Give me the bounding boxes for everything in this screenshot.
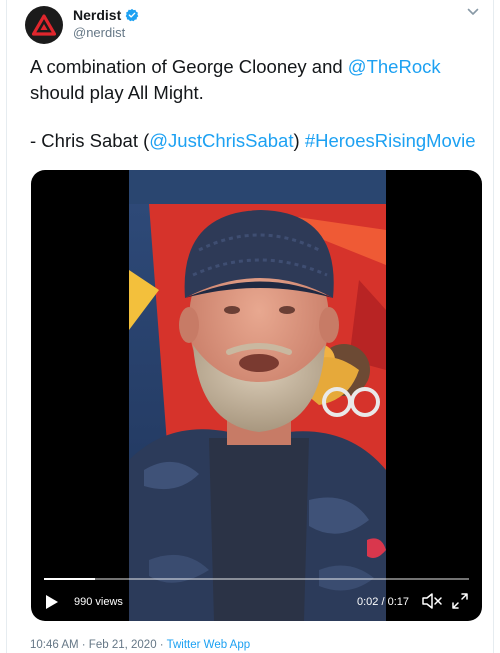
nerdist-triangle-logo-icon	[32, 14, 56, 36]
video-time: 0:02 / 0:17	[357, 596, 409, 608]
tweet-card: Nerdist @nerdist A combination of George…	[6, 0, 494, 653]
tweet-source-link[interactable]: Twitter Web App	[167, 639, 251, 651]
video-controls: 990 views 0:02 / 0:17	[31, 583, 482, 621]
video-view-count: 990 views	[74, 596, 123, 608]
attribution-close: )	[293, 130, 300, 151]
tweet-meta: 10:46 AM · Feb 21, 2020 · Twitter Web Ap…	[30, 639, 250, 651]
video-progress-fill	[44, 578, 95, 580]
tweet-header: Nerdist @nerdist	[25, 4, 139, 44]
chevron-down-icon[interactable]	[467, 7, 479, 17]
fullscreen-icon[interactable]	[451, 592, 469, 610]
tweet-timestamp[interactable]: 10:46 AM · Feb 21, 2020	[30, 639, 157, 651]
verified-badge-icon	[125, 8, 139, 22]
video-frame[interactable]	[129, 170, 386, 621]
tweet-text-part: A combination of George Clooney and	[30, 56, 348, 77]
avatar[interactable]	[25, 6, 63, 44]
video-still-image	[129, 170, 386, 621]
play-icon[interactable]	[45, 594, 59, 610]
tweet-attribution: - Chris Sabat (@JustChrisSabat) #HeroesR…	[30, 128, 480, 154]
tweet-line-2: should play All Might.	[30, 82, 204, 103]
mention-justchrissabat-link[interactable]: @JustChrisSabat	[149, 130, 293, 151]
tweet-text: A combination of George Clooney and @The…	[30, 54, 480, 154]
account-names: Nerdist @nerdist	[73, 7, 139, 40]
mute-icon[interactable]	[421, 592, 443, 610]
hashtag-heroesrisingmovie-link[interactable]: #HeroesRisingMovie	[305, 130, 476, 151]
account-handle[interactable]: @nerdist	[73, 25, 139, 40]
mention-therock-link[interactable]: @TheRock	[348, 56, 441, 77]
attribution-prefix: - Chris Sabat (	[30, 130, 150, 151]
display-name[interactable]: Nerdist	[73, 7, 121, 23]
video-player[interactable]: 990 views 0:02 / 0:17	[31, 170, 482, 621]
meta-separator: ·	[156, 639, 167, 651]
video-progress-track[interactable]	[44, 578, 469, 580]
tweet-line-1: A combination of George Clooney and @The…	[30, 54, 480, 80]
